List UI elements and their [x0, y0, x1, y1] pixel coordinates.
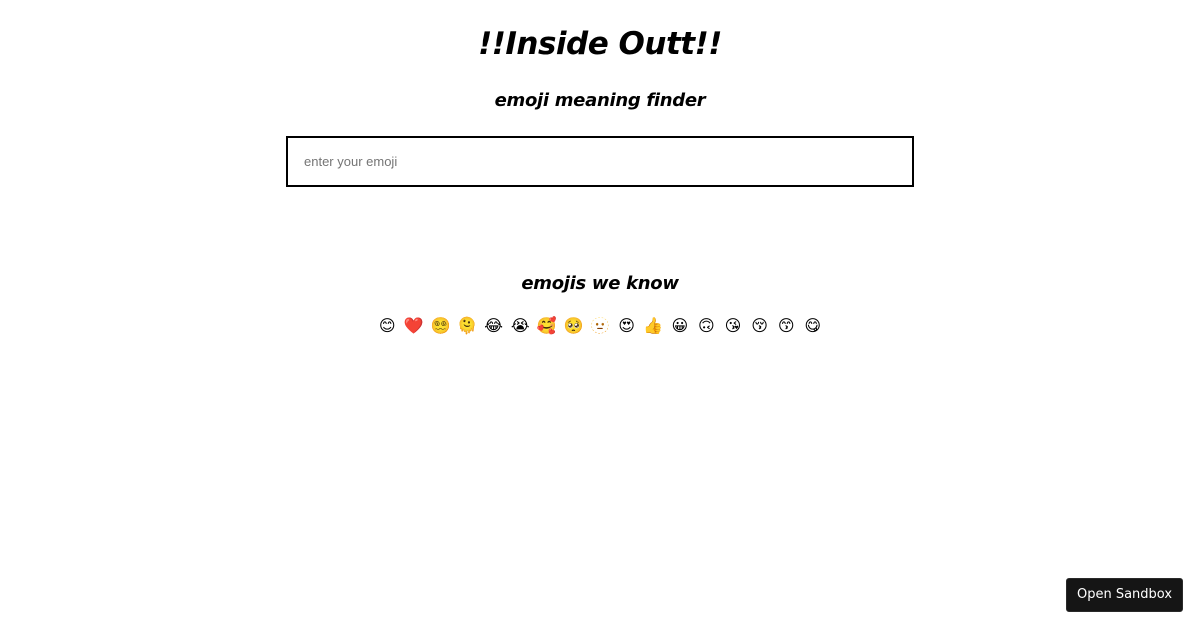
known-emoji-list: 😊 ❤️ 😵‍💫 🫠 😂 😭 🥰 🥺 🫥 😍 👍 😀 🙃 😘 😚 😙 😋: [377, 314, 823, 338]
emoji-item-blowing-kiss[interactable]: 😘: [723, 315, 744, 337]
emoji-search-input[interactable]: [286, 136, 914, 187]
emoji-item-smiling-hearts[interactable]: 🥰: [537, 315, 558, 337]
emoji-item-melting-face[interactable]: 🫠: [457, 315, 478, 337]
site-title: !!Inside Outt!!: [478, 26, 722, 62]
emoji-item-pleading-face[interactable]: 🥺: [563, 315, 584, 337]
emoji-item-loudly-crying[interactable]: 😭: [510, 315, 531, 337]
open-sandbox-button[interactable]: Open Sandbox: [1066, 578, 1183, 612]
emoji-item-grinning-face[interactable]: 😀: [669, 315, 690, 337]
emoji-item-tears-of-joy[interactable]: 😂: [483, 315, 504, 337]
emoji-item-kissing-closed-eyes[interactable]: 😚: [749, 315, 770, 337]
emoji-item-thumbs-up[interactable]: 👍: [643, 315, 664, 337]
app-subtitle: emoji meaning finder: [494, 90, 706, 111]
emoji-item-heart-eyes[interactable]: 😍: [616, 315, 637, 337]
emojis-we-know-heading: emojis we know: [521, 273, 679, 294]
emoji-item-upside-down-face[interactable]: 🙃: [696, 315, 717, 337]
emoji-item-kissing-smiling-eyes[interactable]: 😙: [776, 315, 797, 337]
emoji-item-smiling-face[interactable]: 😊: [377, 315, 398, 337]
app-container: !!Inside Outt!! emoji meaning finder emo…: [0, 0, 1200, 338]
emoji-item-dotted-line-face[interactable]: 🫥: [590, 315, 611, 337]
emoji-item-face-spiral-eyes[interactable]: 😵‍💫: [430, 315, 451, 337]
emoji-item-red-heart[interactable]: ❤️: [404, 315, 425, 337]
emoji-item-savoring-food[interactable]: 😋: [802, 315, 823, 337]
